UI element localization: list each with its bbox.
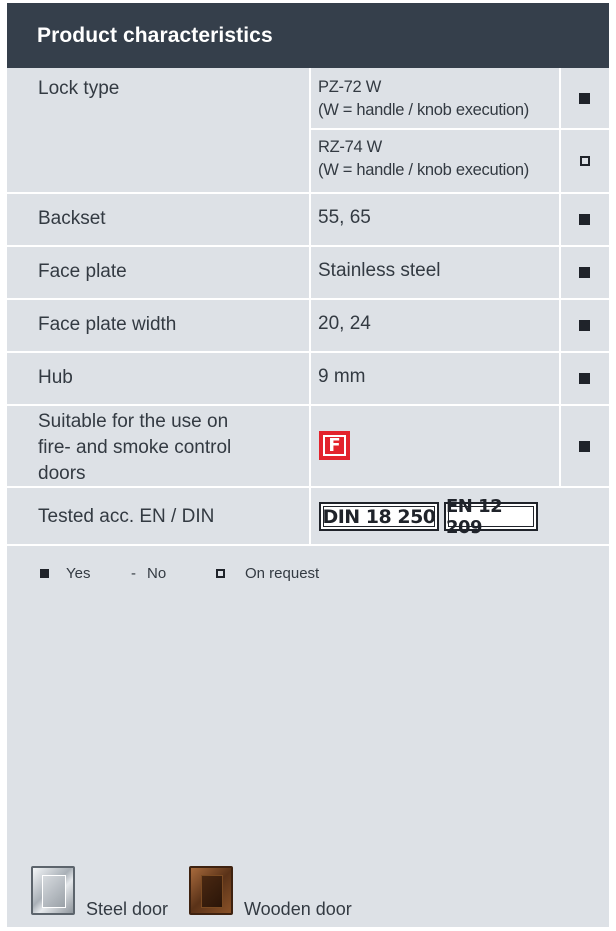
en-standard-badge: EN 12 209 (444, 496, 538, 538)
hub-value-cell: 9 mm (311, 353, 561, 404)
lock-type-values-cell: PZ-72 W (W = handle / knob execution) RZ… (311, 68, 561, 192)
panel-title: Product characteristics (7, 3, 609, 68)
legend: Yes - No On request (7, 563, 609, 585)
fire-label-line-3: doors (38, 463, 86, 484)
door-types: Steel door Wooden door (7, 866, 609, 919)
on-request-mark-icon (216, 569, 225, 578)
fire-label-line-2: fire- and smoke control (38, 437, 232, 458)
face-plate-width-mark-cell (561, 300, 609, 351)
row-hub: Hub 9 mm (7, 353, 609, 406)
face-plate-width-label: Face plate width (38, 314, 177, 335)
row-lock-type: Lock type PZ-72 W (W = handle / knob exe… (7, 68, 609, 194)
yes-mark-icon (579, 441, 590, 452)
wooden-door-icon (189, 866, 233, 915)
lock-type-label: Lock type (38, 78, 120, 99)
face-plate-width-value: 20, 24 (318, 313, 371, 334)
product-characteristics-panel: Product characteristics Lock type PZ-72 … (7, 3, 609, 927)
wooden-door-label: Wooden door (244, 899, 352, 919)
lock-type-option-2: RZ-74 W (W = handle / knob execution) (311, 130, 559, 192)
tested-label-cell: Tested acc. EN / DIN (7, 488, 311, 544)
yes-mark-icon (40, 569, 49, 578)
yes-mark-icon (579, 267, 590, 278)
face-plate-width-value-cell: 20, 24 (311, 300, 561, 351)
face-plate-mark-cell (561, 247, 609, 298)
legend-no-label: No (147, 565, 167, 582)
yes-mark-icon (579, 320, 590, 331)
fire-label-line-1: Suitable for the use on (38, 411, 229, 432)
legend-yes: Yes (40, 565, 90, 582)
fire-label: Suitable for the use on fire- and smoke … (38, 409, 231, 487)
hub-mark-cell (561, 353, 609, 404)
hub-label: Hub (38, 367, 73, 388)
legend-no: - No (131, 565, 166, 582)
yes-mark-icon (579, 373, 590, 384)
yes-mark-icon (579, 93, 590, 104)
legend-on-request: On request (216, 565, 319, 582)
lock-type-option-1: PZ-72 W (W = handle / knob execution) (311, 68, 559, 130)
lock-type-mark-row-1 (561, 68, 609, 130)
fire-label-cell: Suitable for the use on fire- and smoke … (7, 406, 311, 486)
tested-standards-cell: DIN 18 250 EN 12 209 (311, 488, 609, 544)
face-plate-label: Face plate (38, 261, 127, 282)
din-standard-badge: DIN 18 250 (319, 502, 439, 531)
steel-door-label: Steel door (86, 899, 169, 919)
fire-protection-icon: F (319, 431, 350, 460)
lock-type-label-cell: Lock type (7, 68, 311, 192)
face-plate-value: Stainless steel (318, 260, 441, 281)
legend-yes-label: Yes (66, 565, 91, 582)
hub-value: 9 mm (318, 366, 366, 387)
backset-label: Backset (38, 208, 106, 229)
lock-type-model-1: PZ-72 W (318, 78, 381, 96)
steel-door-icon (31, 866, 75, 915)
face-plate-width-label-cell: Face plate width (7, 300, 311, 351)
backset-value-cell: 55, 65 (311, 194, 561, 245)
row-fire-smoke: Suitable for the use on fire- and smoke … (7, 406, 609, 488)
hub-label-cell: Hub (7, 353, 311, 404)
row-backset: Backset 55, 65 (7, 194, 609, 247)
face-plate-value-cell: Stainless steel (311, 247, 561, 298)
backset-value: 55, 65 (318, 207, 371, 228)
fire-mark-cell (561, 406, 609, 486)
lock-type-model-2: RZ-74 W (318, 138, 382, 156)
row-face-plate: Face plate Stainless steel (7, 247, 609, 300)
lock-type-note-2: (W = handle / knob execution) (318, 161, 529, 179)
row-face-plate-width: Face plate width 20, 24 (7, 300, 609, 353)
yes-mark-icon (579, 214, 590, 225)
fire-badge-cell: F (311, 406, 561, 486)
lock-type-marks-cell (561, 68, 609, 192)
backset-mark-cell (561, 194, 609, 245)
row-tested: Tested acc. EN / DIN DIN 18 250 EN 12 20… (7, 488, 609, 546)
backset-label-cell: Backset (7, 194, 311, 245)
tested-label: Tested acc. EN / DIN (38, 506, 215, 527)
legend-on-request-label: On request (245, 565, 320, 582)
no-mark-icon: - (131, 565, 136, 582)
fire-badge-letter: F (323, 435, 346, 456)
face-plate-label-cell: Face plate (7, 247, 311, 298)
lock-type-note-1: (W = handle / knob execution) (318, 101, 529, 119)
on-request-mark-icon (580, 156, 590, 166)
